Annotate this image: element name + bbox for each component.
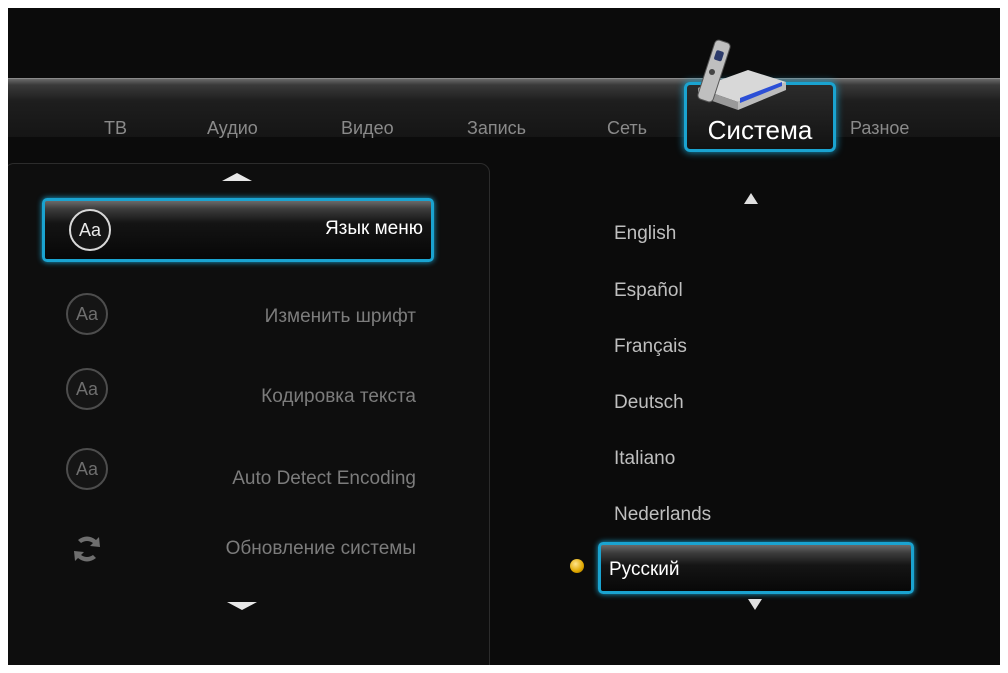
scroll-down-arrow-icon[interactable] — [227, 602, 257, 610]
language-option[interactable]: Nederlands — [614, 504, 711, 526]
language-option-label: Русский — [609, 559, 680, 580]
menu-item-label: Изменить шрифт — [264, 306, 416, 327]
tab-record[interactable]: Запись — [467, 118, 526, 139]
language-option[interactable]: Italiano — [614, 448, 675, 470]
menu-item-text-encoding[interactable]: Aa Кодировка текста — [48, 368, 426, 428]
tab-video[interactable]: Видео — [341, 118, 394, 139]
menu-item-label: Обновление системы — [225, 538, 416, 559]
tab-misc[interactable]: Разное — [850, 118, 909, 139]
font-aa-icon: Aa — [66, 293, 108, 335]
menu-item-label: Язык меню — [324, 218, 423, 239]
refresh-icon — [74, 536, 100, 562]
menu-item-label: Кодировка текста — [261, 386, 416, 407]
menu-item-change-font[interactable]: Aa Изменить шрифт — [48, 288, 426, 348]
font-aa-icon: Aa — [66, 448, 108, 490]
menu-item-menu-language[interactable]: Aa Язык меню — [42, 198, 434, 262]
selected-indicator-dot-icon — [570, 559, 584, 573]
language-option[interactable]: Español — [614, 280, 683, 302]
menu-item-label: Auto Detect Encoding — [232, 468, 416, 489]
tab-audio[interactable]: Аудио — [207, 118, 258, 139]
media-player-device-icon — [697, 39, 786, 110]
menu-item-system-update[interactable]: Обновление системы — [48, 530, 426, 590]
font-aa-icon: Aa — [66, 368, 108, 410]
screen: ТВ Аудио Видео Запись Сеть Система Разно… — [8, 8, 1000, 665]
tab-system-label: Система — [707, 115, 813, 145]
language-option[interactable]: English — [614, 223, 676, 245]
scroll-up-arrow-icon[interactable] — [222, 173, 252, 181]
tab-network[interactable]: Сеть — [607, 118, 647, 139]
menu-item-auto-detect-encoding[interactable]: Aa Auto Detect Encoding — [48, 448, 426, 510]
language-option[interactable]: Français — [614, 336, 687, 358]
list-down-arrow-icon[interactable] — [748, 599, 762, 610]
font-aa-icon: Aa — [69, 209, 111, 251]
tab-tv[interactable]: ТВ — [104, 118, 127, 139]
list-up-arrow-icon[interactable] — [744, 193, 758, 204]
language-option[interactable]: Deutsch — [614, 392, 684, 414]
language-option-selected[interactable]: Русский — [598, 542, 914, 594]
